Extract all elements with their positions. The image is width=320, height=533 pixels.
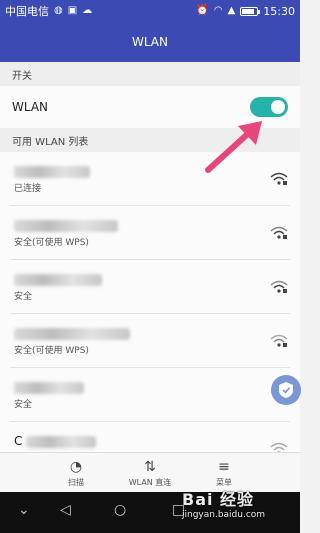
network-name-blurred: [14, 328, 130, 340]
section-header-switch: 开关: [0, 62, 300, 86]
network-name-blurred: [14, 220, 118, 232]
wifi-direct-button[interactable]: ⇅ WLAN 直连: [120, 453, 180, 493]
network-status: 安全(可使用 WPS): [14, 346, 89, 356]
network-list: 已连接 安全(可使用 WPS) 安全 安全(可使用 WPS) 安全 C: [0, 152, 300, 452]
annotation-arrow: [205, 121, 262, 173]
image-icon: ▣: [67, 5, 78, 16]
back-icon[interactable]: ◁: [60, 502, 71, 518]
nav-label: WLAN 直连: [128, 478, 172, 487]
network-item[interactable]: 安全: [10, 368, 290, 422]
network-name-blurred: [14, 166, 90, 178]
network-name-partial: C: [14, 434, 23, 448]
network-status: 已连接: [14, 184, 42, 194]
scan-button[interactable]: ◔ 扫描: [46, 453, 106, 493]
wifi-direct-icon: ⇅: [144, 459, 156, 475]
network-status: 安全(可使用 WPS): [14, 238, 89, 248]
battery-icon: [240, 6, 261, 16]
signal-icon: ▲: [227, 5, 236, 16]
floating-assistant-button[interactable]: [271, 375, 301, 405]
network-name-blurred: [14, 382, 84, 394]
scan-icon: ◔: [69, 459, 83, 475]
carrier-label: 中国电信: [5, 5, 49, 18]
shield-icon: [279, 382, 293, 398]
wifi-secured-icon: [270, 172, 288, 185]
wifi-secured-icon: [270, 442, 288, 452]
nav-label: 扫描: [68, 478, 84, 487]
cloud-icon: ☁: [82, 5, 93, 16]
watermark-logo: Bai 经验: [182, 490, 255, 509]
wifi-icon: ◠: [213, 5, 223, 16]
watermark-url: jingyan.baidu.com: [182, 510, 266, 520]
network-item[interactable]: C: [10, 422, 290, 452]
wifi-secured-icon: [270, 280, 288, 293]
alarm-icon: ⏰: [196, 5, 209, 16]
network-name-blurred: [14, 274, 102, 286]
wifi-secured-icon: [270, 334, 288, 347]
network-status: 安全: [14, 400, 33, 410]
section-label: 可用 WLAN 列表: [12, 136, 89, 148]
home-icon[interactable]: ○: [114, 502, 126, 518]
network-item[interactable]: 安全: [10, 260, 290, 314]
network-name-blurred: [26, 436, 96, 448]
keyboard-down-icon[interactable]: ⌄: [18, 502, 30, 518]
network-item[interactable]: 安全(可使用 WPS): [10, 206, 290, 260]
network-item[interactable]: 安全(可使用 WPS): [10, 314, 290, 368]
page-title: WLAN: [131, 35, 168, 49]
wlan-toggle-label: WLAN: [12, 100, 49, 114]
wlan-toggle-switch[interactable]: [250, 97, 288, 117]
page-title-bar: WLAN: [0, 22, 300, 62]
toggle-knob: [271, 100, 285, 114]
menu-icon: ≡: [218, 459, 230, 475]
status-bar: 中国电信 ◍ ▣ ☁ ⏰ ◠ ▲ 15:30: [0, 0, 300, 22]
section-label: 开关: [12, 70, 32, 82]
clock: 15:30: [263, 4, 295, 18]
wifi-secured-icon: [270, 226, 288, 239]
network-status: 安全: [14, 292, 33, 302]
sim-icon: ◍: [54, 5, 63, 16]
bottom-nav: ◔ 扫描 ⇅ WLAN 直连 ≡ 菜单: [0, 452, 300, 492]
